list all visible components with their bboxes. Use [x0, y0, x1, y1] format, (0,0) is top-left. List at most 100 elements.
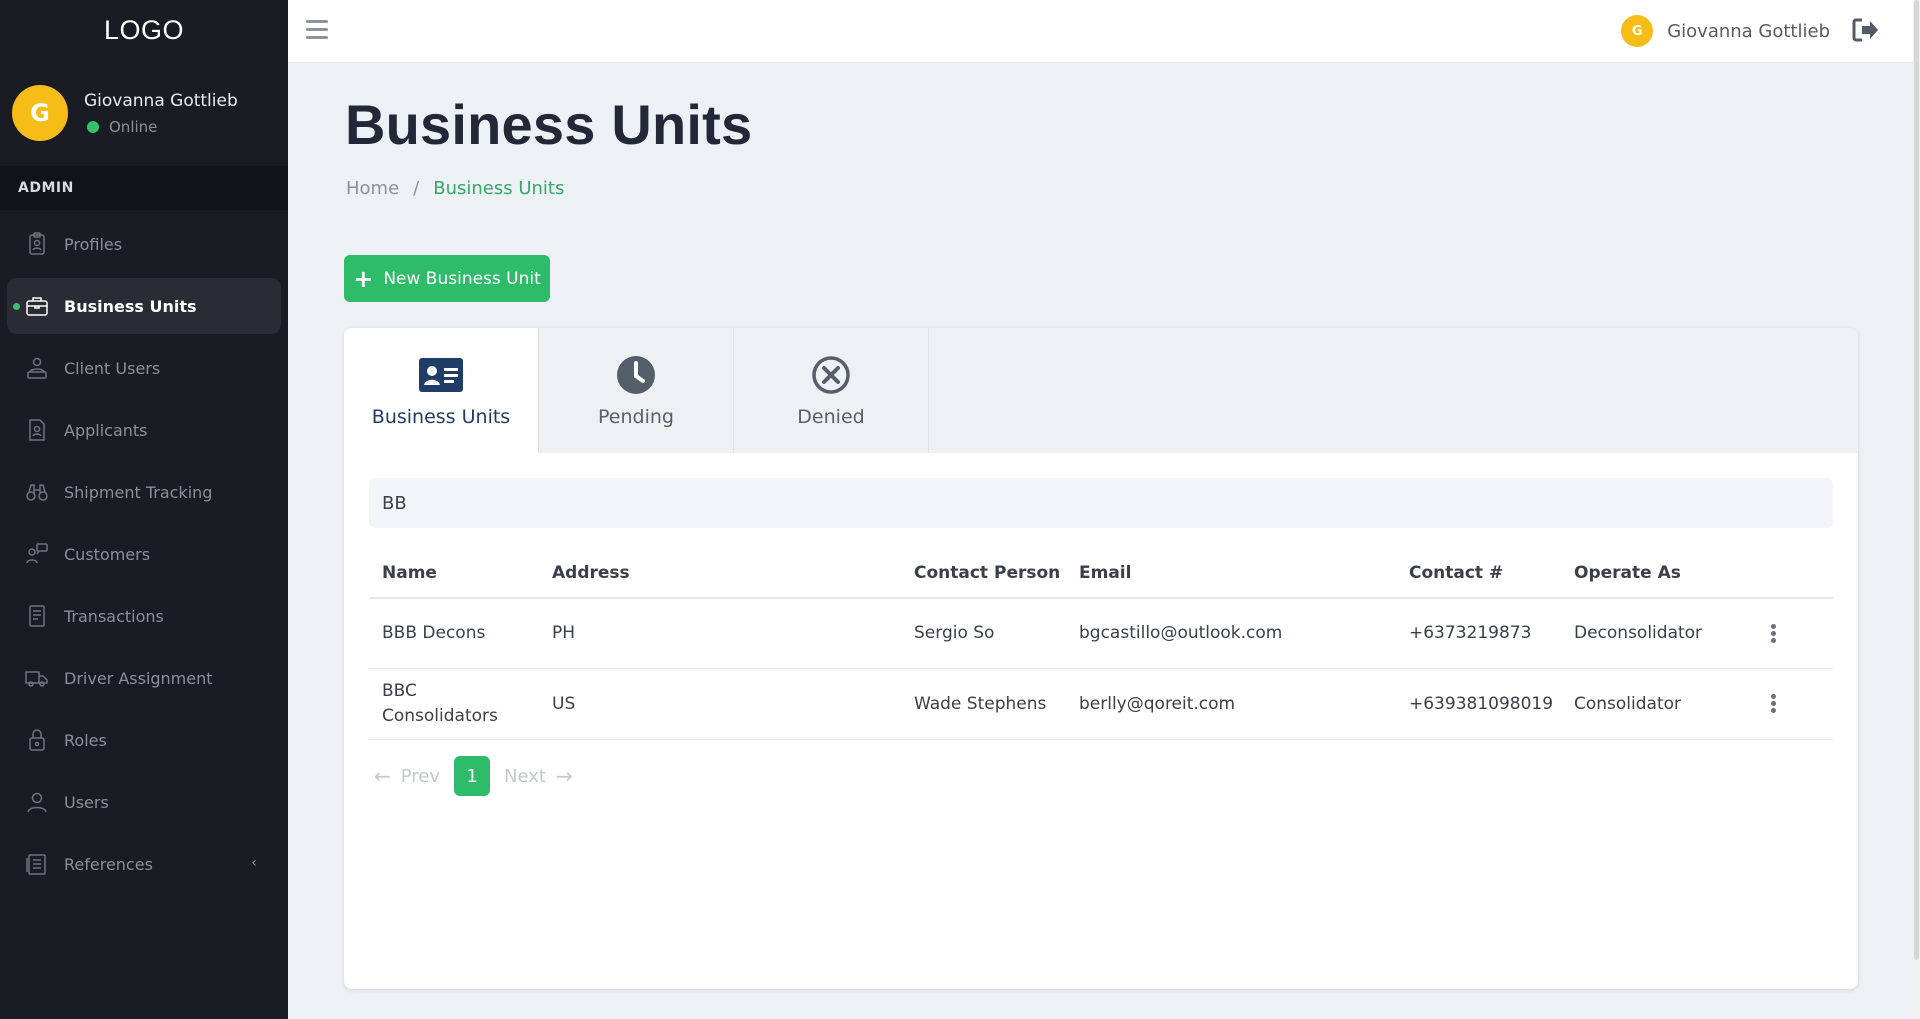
cell-address: US	[539, 668, 901, 740]
sidebar-item-label: Transactions	[64, 606, 164, 626]
cell-operate-as: Deconsolidator	[1561, 598, 1757, 669]
sidebar-item-driver-assignment[interactable]: Driver Assignment	[7, 650, 281, 706]
column-header-name[interactable]: Name	[369, 548, 539, 599]
status-tabs: Business Units Pending Denied	[344, 328, 1858, 453]
column-header-email[interactable]: Email	[1066, 548, 1396, 599]
sidebar-item-client-users[interactable]: Client Users	[7, 340, 281, 396]
topbar-user[interactable]: G Giovanna Gottlieb	[1621, 15, 1830, 47]
business-units-card: Business Units Pending Denied Name Addre…	[344, 328, 1858, 989]
user-status-label: Online	[109, 117, 158, 136]
briefcase-icon	[24, 293, 50, 319]
sidebar-item-users[interactable]: Users	[7, 774, 281, 830]
more-options-icon[interactable]	[1770, 623, 1776, 644]
new-business-unit-button[interactable]: + New Business Unit	[344, 255, 550, 302]
column-header-actions	[1757, 548, 1833, 599]
prev-page-button[interactable]: ← Prev	[374, 764, 440, 788]
table-row[interactable]: BBB Decons PH Sergio So bgcastillo@outlo…	[369, 598, 1833, 669]
sidebar-item-label: References	[64, 854, 153, 874]
sidebar-item-label: Client Users	[64, 358, 161, 378]
cell-name: BBC Consolidators	[369, 668, 539, 740]
logout-icon[interactable]	[1852, 17, 1880, 43]
sidebar-item-label: Customers	[64, 544, 151, 564]
column-header-address[interactable]: Address	[539, 548, 901, 599]
cell-contact-person: Wade Stephens	[901, 668, 1066, 740]
user-icon	[24, 789, 50, 815]
column-header-contact-number[interactable]: Contact #	[1396, 548, 1561, 599]
more-options-icon[interactable]	[1770, 693, 1776, 714]
tab-denied[interactable]: Denied	[734, 328, 929, 453]
sidebar-user-name: Giovanna Gottlieb	[84, 90, 238, 111]
page-scrollbar[interactable]	[1913, 0, 1920, 1019]
user-status: Online	[84, 118, 238, 136]
avatar: G	[12, 85, 68, 141]
column-header-contact-person[interactable]: Contact Person	[901, 548, 1066, 599]
sidebar-item-applicants[interactable]: Applicants	[7, 402, 281, 458]
cell-actions	[1757, 668, 1833, 740]
search-input[interactable]	[369, 478, 1833, 528]
breadcrumb-current: Business Units	[433, 178, 565, 199]
customer-icon	[24, 541, 50, 567]
binoculars-icon	[24, 479, 50, 505]
tab-label: Denied	[797, 405, 865, 428]
id-card-icon	[419, 354, 463, 396]
x-circle-icon	[811, 354, 851, 396]
sidebar-item-shipment-tracking[interactable]: Shipment Tracking	[7, 464, 281, 520]
page-title: Business Units	[345, 93, 753, 156]
applicant-icon	[24, 417, 50, 443]
sidebar-item-customers[interactable]: Customers	[7, 526, 281, 582]
sidebar-section-admin: ADMIN	[0, 166, 288, 210]
table-row[interactable]: BBC Consolidators US Wade Stephens berll…	[369, 668, 1833, 740]
avatar: G	[1621, 15, 1654, 47]
sidebar-item-profiles[interactable]: Profiles	[7, 216, 281, 272]
receipt-icon	[24, 603, 50, 629]
cell-name: BBB Decons	[369, 598, 539, 669]
cell-contact-number: +6373219873	[1396, 598, 1561, 669]
plus-icon: +	[353, 264, 374, 293]
next-label: Next	[504, 765, 546, 787]
cell-operate-as: Consolidator	[1561, 668, 1757, 740]
tab-label: Pending	[598, 405, 674, 428]
sidebar-item-label: Profiles	[64, 234, 123, 254]
pagination: ← Prev 1 Next →	[374, 756, 573, 796]
hamburger-menu-icon[interactable]	[306, 20, 328, 40]
sidebar-item-business-units[interactable]: Business Units	[7, 278, 281, 334]
tab-pending[interactable]: Pending	[539, 328, 734, 453]
cell-email: berlly@qoreit.com	[1066, 668, 1396, 740]
sidebar-item-transactions[interactable]: Transactions	[7, 588, 281, 644]
column-header-operate-as[interactable]: Operate As	[1561, 548, 1757, 599]
breadcrumb-home[interactable]: Home	[346, 178, 399, 199]
sidebar-item-label: Driver Assignment	[64, 668, 213, 688]
chevron-left-icon[interactable]: ‹	[251, 855, 257, 871]
lock-icon	[24, 727, 50, 753]
next-page-button[interactable]: Next →	[504, 764, 573, 788]
sidebar-item-references[interactable]: References ‹	[7, 836, 281, 892]
new-business-unit-label: New Business Unit	[383, 268, 541, 289]
clock-icon	[616, 354, 656, 396]
prev-label: Prev	[400, 765, 441, 787]
sidebar-item-roles[interactable]: Roles	[7, 712, 281, 768]
sidebar-item-label: Shipment Tracking	[64, 482, 213, 502]
business-units-table: Name Address Contact Person Email Contac…	[369, 548, 1833, 740]
sidebar-item-label: Applicants	[64, 420, 148, 440]
topbar-user-name: Giovanna Gottlieb	[1667, 20, 1830, 42]
online-status-dot	[87, 120, 99, 133]
cell-address: PH	[539, 598, 901, 669]
page-number-button[interactable]: 1	[454, 756, 491, 796]
sidebar-user-panel: G Giovanna Gottlieb Online	[0, 60, 288, 166]
cell-contact-number: +639381098019	[1396, 668, 1561, 740]
document-icon	[24, 851, 50, 877]
cell-actions	[1757, 598, 1833, 669]
topbar: G Giovanna Gottlieb	[288, 0, 1920, 63]
sidebar-item-label: Users	[64, 792, 109, 812]
sidebar-nav: Profiles Business Units Client Users App…	[0, 210, 288, 892]
arrow-left-icon: ←	[374, 764, 391, 788]
logo[interactable]: LOGO	[0, 0, 288, 60]
cell-contact-person: Sergio So	[901, 598, 1066, 669]
sidebar-item-label: Business Units	[64, 296, 197, 316]
cell-email: bgcastillo@outlook.com	[1066, 598, 1396, 669]
tab-business-units[interactable]: Business Units	[344, 328, 539, 453]
client-user-icon	[24, 355, 50, 381]
tab-label: Business Units	[371, 405, 511, 428]
sidebar-item-label: Roles	[64, 730, 107, 750]
sidebar: LOGO G Giovanna Gottlieb Online ADMIN Pr…	[0, 0, 288, 1019]
